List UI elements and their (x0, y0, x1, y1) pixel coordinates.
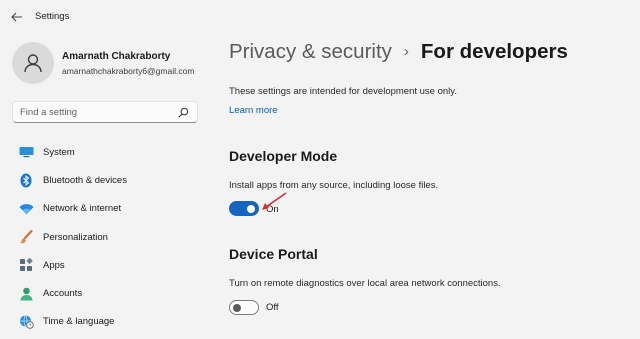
device-portal-title: Device Portal (229, 246, 318, 262)
sidebar-item-label: Time & language (43, 316, 115, 328)
toggle-knob (233, 303, 241, 312)
breadcrumb-parent[interactable]: Privacy & security (229, 40, 392, 64)
device-portal-toggle[interactable] (229, 300, 259, 315)
title-bar: Settings (0, 0, 640, 34)
brush-icon (18, 229, 34, 245)
sidebar-item-bluetooth-devices[interactable]: Bluetooth & devices (12, 166, 202, 194)
user-profile[interactable]: Amarnath Chakraborty amarnathchakraborty… (12, 42, 212, 84)
sidebar-item-system[interactable]: System (12, 138, 202, 166)
intro-text: These settings are intended for developm… (229, 86, 457, 97)
sidebar-item-label: Apps (43, 259, 65, 271)
monitor-icon (18, 144, 34, 160)
developer-mode-description: Install apps from any source, including … (229, 180, 439, 191)
sidebar-item-label: System (43, 146, 75, 158)
sidebar-item-label: Bluetooth & devices (43, 174, 127, 186)
person-avatar-icon (24, 54, 42, 73)
sidebar-item-network-internet[interactable]: Network & internet (12, 195, 202, 223)
avatar (12, 42, 54, 84)
search-input[interactable] (13, 106, 173, 118)
sidebar-item-apps[interactable]: Apps (12, 251, 202, 279)
search-box[interactable] (12, 101, 198, 123)
developer-mode-title: Developer Mode (229, 148, 338, 164)
apps-icon (18, 257, 34, 273)
globe-clock-icon (18, 314, 34, 330)
app-title: Settings (35, 11, 70, 22)
person-icon (18, 286, 34, 302)
back-arrow-icon[interactable] (10, 10, 24, 24)
annotation-arrow-icon (262, 192, 287, 210)
sidebar-item-time-language[interactable]: Time & language (12, 308, 202, 336)
device-portal-description: Turn on remote diagnostics over local ar… (229, 278, 501, 289)
bluetooth-icon (18, 172, 34, 188)
device-portal-state: Off (266, 302, 279, 313)
toggle-knob (247, 204, 255, 213)
chevron-right-icon: › (403, 43, 409, 60)
sidebar-item-label: Personalization (43, 231, 108, 243)
page-title: For developers (420, 40, 568, 63)
wifi-icon (18, 201, 34, 217)
sidebar-item-label: Accounts (43, 288, 83, 300)
user-name: Amarnath Chakraborty (62, 51, 171, 62)
developer-mode-toggle[interactable] (229, 201, 259, 216)
sidebar-nav: System Bluetooth & devices Network & int… (12, 138, 202, 336)
breadcrumb: Privacy & security › For developers (229, 40, 568, 64)
user-email: amarnathchakraborty6@gmail.com (62, 66, 195, 76)
sidebar-item-personalization[interactable]: Personalization (12, 223, 202, 251)
learn-more-link[interactable]: Learn more (229, 105, 278, 116)
sidebar-item-label: Network & internet (43, 203, 122, 215)
sidebar-item-accounts[interactable]: Accounts (12, 279, 202, 307)
search-icon[interactable] (178, 107, 189, 118)
